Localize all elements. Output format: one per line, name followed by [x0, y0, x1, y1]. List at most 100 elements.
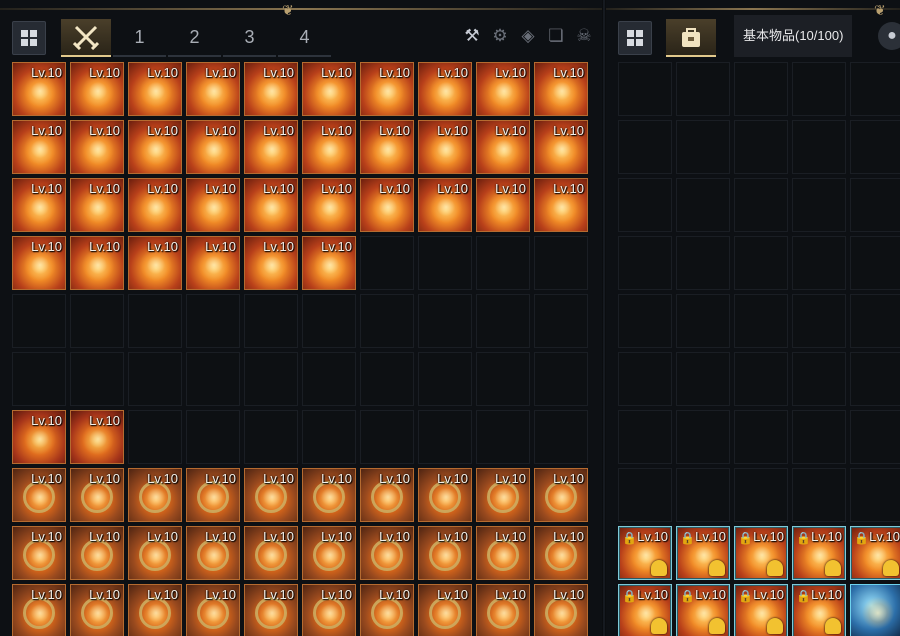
inventory-empty-slot[interactable]: [128, 410, 182, 464]
inventory-empty-slot[interactable]: [360, 236, 414, 290]
inventory-item-slot[interactable]: Lv.10: [476, 526, 530, 580]
inventory-item-slot[interactable]: Lv.10: [244, 526, 298, 580]
bag-empty-slot[interactable]: [792, 62, 846, 116]
inventory-item-slot[interactable]: Lv.10: [128, 526, 182, 580]
inventory-item-slot[interactable]: Lv.10: [186, 468, 240, 522]
inventory-empty-slot[interactable]: [302, 410, 356, 464]
bag-item-slot[interactable]: 🔒 Lv.10: [734, 584, 788, 636]
bag-empty-slot[interactable]: [792, 236, 846, 290]
inventory-item-slot[interactable]: Lv.10: [70, 410, 124, 464]
bag-item-slot[interactable]: [850, 584, 900, 636]
bag-item-slot[interactable]: 🔒 Lv.10: [792, 584, 846, 636]
inventory-item-slot[interactable]: Lv.10: [360, 178, 414, 232]
bag-item-slot[interactable]: 🔒 Lv.10: [676, 526, 730, 580]
bag-empty-slot[interactable]: [618, 178, 672, 232]
inventory-item-slot[interactable]: Lv.10: [534, 178, 588, 232]
bag-item-slot[interactable]: 🔒 Lv.10: [850, 526, 900, 580]
bag-empty-slot[interactable]: [734, 468, 788, 522]
bag-empty-slot[interactable]: [618, 352, 672, 406]
inventory-item-slot[interactable]: Lv.10: [476, 120, 530, 174]
bag-empty-slot[interactable]: [792, 410, 846, 464]
inventory-item-slot[interactable]: Lv.10: [418, 120, 472, 174]
bag-empty-slot[interactable]: [676, 410, 730, 464]
inventory-empty-slot[interactable]: [128, 352, 182, 406]
bag-empty-slot[interactable]: [618, 120, 672, 174]
inventory-item-slot[interactable]: Lv.10: [244, 120, 298, 174]
inventory-item-slot[interactable]: Lv.10: [244, 468, 298, 522]
grid-view-button[interactable]: [12, 21, 46, 55]
inventory-item-slot[interactable]: Lv.10: [476, 62, 530, 116]
bag-empty-slot[interactable]: [734, 236, 788, 290]
bag-empty-slot[interactable]: [792, 468, 846, 522]
inventory-empty-slot[interactable]: [186, 352, 240, 406]
sort-icon[interactable]: ⚒: [460, 24, 484, 48]
tab-3[interactable]: 3: [223, 20, 276, 57]
bag-empty-slot[interactable]: [850, 236, 900, 290]
inventory-empty-slot[interactable]: [476, 294, 530, 348]
inventory-item-slot[interactable]: Lv.10: [12, 62, 66, 116]
bag-empty-slot[interactable]: [618, 468, 672, 522]
inventory-item-slot[interactable]: Lv.10: [418, 62, 472, 116]
bag-empty-slot[interactable]: [618, 410, 672, 464]
inventory-item-slot[interactable]: Lv.10: [302, 584, 356, 636]
bag-empty-slot[interactable]: [676, 236, 730, 290]
bag-empty-slot[interactable]: [850, 410, 900, 464]
inventory-item-slot[interactable]: Lv.10: [70, 526, 124, 580]
bag-empty-slot[interactable]: [676, 62, 730, 116]
inventory-empty-slot[interactable]: [418, 410, 472, 464]
tab-4[interactable]: 4: [278, 20, 331, 57]
inventory-item-slot[interactable]: Lv.10: [12, 468, 66, 522]
inventory-empty-slot[interactable]: [302, 352, 356, 406]
inventory-empty-slot[interactable]: [244, 352, 298, 406]
inventory-item-slot[interactable]: Lv.10: [476, 468, 530, 522]
bag-empty-slot[interactable]: [618, 62, 672, 116]
inventory-item-slot[interactable]: Lv.10: [302, 120, 356, 174]
bag-empty-slot[interactable]: [850, 120, 900, 174]
dismantle-icon[interactable]: ⚙: [488, 24, 512, 48]
inventory-empty-slot[interactable]: [360, 294, 414, 348]
inventory-item-slot[interactable]: Lv.10: [534, 468, 588, 522]
inventory-item-slot[interactable]: Lv.10: [128, 584, 182, 636]
bag-empty-slot[interactable]: [734, 120, 788, 174]
inventory-item-slot[interactable]: Lv.10: [186, 120, 240, 174]
inventory-empty-slot[interactable]: [476, 352, 530, 406]
inventory-item-slot[interactable]: Lv.10: [244, 62, 298, 116]
inventory-item-slot[interactable]: Lv.10: [70, 178, 124, 232]
skull-icon[interactable]: ☠: [572, 24, 596, 48]
inventory-item-slot[interactable]: Lv.10: [244, 584, 298, 636]
inventory-item-slot[interactable]: Lv.10: [418, 468, 472, 522]
inventory-empty-slot[interactable]: [534, 352, 588, 406]
inventory-empty-slot[interactable]: [418, 352, 472, 406]
tab-equipment[interactable]: [61, 19, 111, 57]
inventory-empty-slot[interactable]: [12, 294, 66, 348]
inventory-item-slot[interactable]: Lv.10: [70, 62, 124, 116]
bag-empty-slot[interactable]: [850, 352, 900, 406]
inventory-empty-slot[interactable]: [534, 410, 588, 464]
bag-empty-slot[interactable]: [618, 294, 672, 348]
bag-empty-slot[interactable]: [676, 468, 730, 522]
inventory-empty-slot[interactable]: [534, 236, 588, 290]
bag-empty-slot[interactable]: [792, 352, 846, 406]
inventory-empty-slot[interactable]: [418, 294, 472, 348]
inventory-empty-slot[interactable]: [244, 410, 298, 464]
inventory-item-slot[interactable]: Lv.10: [534, 584, 588, 636]
bag-empty-slot[interactable]: [850, 62, 900, 116]
inventory-item-slot[interactable]: Lv.10: [128, 178, 182, 232]
inventory-item-slot[interactable]: Lv.10: [128, 120, 182, 174]
inventory-item-slot[interactable]: Lv.10: [476, 178, 530, 232]
inventory-item-slot[interactable]: Lv.10: [302, 236, 356, 290]
inventory-item-slot[interactable]: Lv.10: [12, 584, 66, 636]
bag-empty-slot[interactable]: [676, 120, 730, 174]
bag-empty-slot[interactable]: [850, 178, 900, 232]
tab-basic-items[interactable]: [666, 19, 716, 57]
inventory-item-slot[interactable]: Lv.10: [360, 584, 414, 636]
inventory-item-slot[interactable]: Lv.10: [476, 584, 530, 636]
bag-item-slot[interactable]: 🔒 Lv.10: [618, 584, 672, 636]
inventory-item-slot[interactable]: Lv.10: [70, 236, 124, 290]
inventory-item-slot[interactable]: Lv.10: [12, 526, 66, 580]
inventory-item-slot[interactable]: Lv.10: [128, 62, 182, 116]
inventory-item-slot[interactable]: Lv.10: [186, 178, 240, 232]
bag-empty-slot[interactable]: [618, 236, 672, 290]
inventory-item-slot[interactable]: Lv.10: [302, 526, 356, 580]
bag-item-slot[interactable]: 🔒 Lv.10: [676, 584, 730, 636]
